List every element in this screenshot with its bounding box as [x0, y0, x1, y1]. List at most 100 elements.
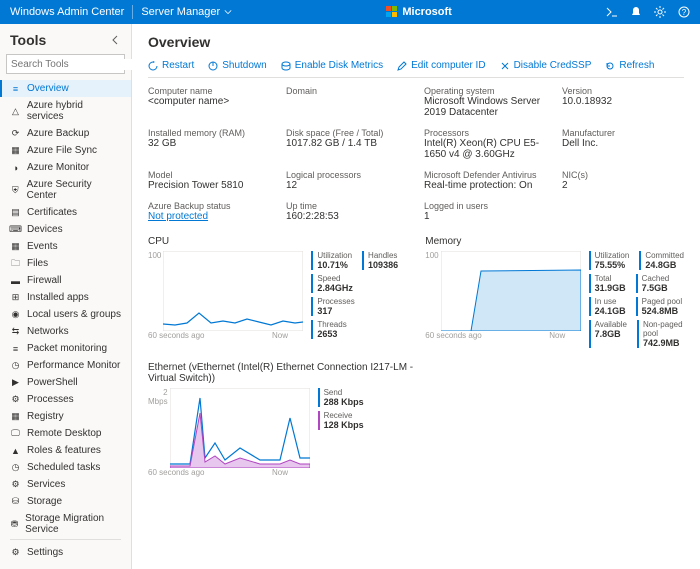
os-value: Microsoft Windows Server 2019 Datacenter [424, 96, 546, 118]
pencil-icon [397, 61, 407, 71]
tool-icon: ◑ [10, 162, 21, 173]
tool-icon: ≡ [10, 83, 21, 94]
sidebar-item-certificates[interactable]: ▤ Certificates [0, 204, 131, 221]
shutdown-button[interactable]: Shutdown [208, 60, 266, 71]
sidebar-item-scheduled-tasks[interactable]: ◷Scheduled tasks [0, 459, 131, 476]
sidebar-item-overview[interactable]: ≡Overview [0, 80, 131, 97]
sidebar-item-label: Remote Desktop [27, 428, 101, 439]
mfg-value: Dell Inc. [562, 138, 684, 149]
sidebar-item-networks[interactable]: ⇆Networks [0, 323, 131, 340]
sidebar-item-local-users-groups[interactable]: ◉Local users & groups [0, 306, 131, 323]
defender-value: Real-time protection: On [424, 180, 546, 191]
divider [132, 5, 133, 19]
users-value: 1 [424, 211, 546, 222]
sidebar-item-packet-monitoring[interactable]: ≡Packet monitoring [0, 340, 131, 357]
module-dropdown[interactable]: Server Manager [141, 6, 232, 18]
mfg-label: Manufacturer [562, 128, 684, 138]
main-content: Overview Restart Shutdown Enable Disk Me… [132, 24, 700, 569]
sidebar-item-label: Registry [27, 411, 64, 422]
nic-label: NIC(s) [562, 170, 684, 180]
tool-icon: ▲ [10, 445, 21, 456]
computer-name-value: <computer name> [148, 96, 270, 107]
sidebar-item-storage[interactable]: ⛁Storage [0, 493, 131, 510]
sidebar-item-label: Devices [27, 224, 63, 235]
disk-icon [281, 61, 291, 71]
sidebar-item-processes[interactable]: ⚙ Processes [0, 391, 131, 408]
sidebar-item-settings[interactable]: ⚙ Settings [0, 544, 131, 561]
cpu-chart: CPU 100 60 seconds agoNow Utilization10.… [148, 236, 405, 348]
tool-icon: ⛃ [10, 519, 19, 530]
sidebar-item-devices[interactable]: ⌨Devices [0, 221, 131, 238]
power-icon [208, 61, 218, 71]
x-icon [500, 61, 510, 71]
tool-icon: ▦ [10, 411, 21, 422]
sidebar-item-azure-file-sync[interactable]: ▦Azure File Sync [0, 142, 131, 159]
tool-icon: ▤ [10, 207, 21, 218]
sidebar-item-label: Storage Migration Service [25, 513, 121, 535]
edit-id-button[interactable]: Edit computer ID [397, 60, 485, 71]
help-icon[interactable]: ? [678, 6, 690, 18]
sidebar-item-firewall[interactable]: ▬Firewall [0, 272, 131, 289]
sidebar-item-label: Firewall [27, 275, 61, 286]
sidebar-item-events[interactable]: ▦ Events [0, 238, 131, 255]
sidebar-item-label: Azure File Sync [27, 145, 97, 156]
separator [10, 539, 121, 540]
app-header: Windows Admin Center Server Manager Micr… [0, 0, 700, 24]
model-label: Model [148, 170, 270, 180]
lproc-label: Logical processors [286, 170, 408, 180]
proc-value: Intel(R) Xeon(R) CPU E5-1650 v4 @ 3.60GH… [424, 138, 546, 160]
sidebar-item-label: Certificates [27, 207, 77, 218]
version-label: Version [562, 86, 684, 96]
backup-value-link[interactable]: Not protected [148, 211, 270, 222]
sidebar-item-label: Processes [27, 394, 74, 405]
app-title: Windows Admin Center [10, 6, 124, 18]
tool-icon: ▦ [10, 241, 21, 252]
sidebar-item-registry[interactable]: ▦ Registry [0, 408, 131, 425]
model-value: Precision Tower 5810 [148, 180, 270, 191]
sidebar-item-powershell[interactable]: ▶PowerShell [0, 374, 131, 391]
bell-icon[interactable] [630, 6, 642, 18]
tool-icon: ◷ [10, 360, 21, 371]
refresh-icon [605, 61, 615, 71]
sidebar-item-label: Local users & groups [27, 309, 121, 320]
cpu-chart-svg [163, 251, 303, 331]
sidebar-item-azure-security-center[interactable]: ⛨Azure Security Center [0, 176, 131, 204]
console-icon[interactable] [606, 6, 618, 18]
refresh-button[interactable]: Refresh [605, 60, 654, 71]
uptime-value: 160:2:28:53 [286, 211, 408, 222]
sidebar-item-label: Installed apps [27, 292, 89, 303]
sidebar-item-label: Azure Backup [27, 128, 89, 139]
tool-icon: ⊞ [10, 292, 21, 303]
restart-button[interactable]: Restart [148, 60, 194, 71]
disk-metrics-button[interactable]: Enable Disk Metrics [281, 60, 383, 71]
sidebar-item-azure-hybrid-services[interactable]: △Azure hybrid services [0, 97, 131, 125]
sidebar-item-performance-monitor[interactable]: ◷Performance Monitor [0, 357, 131, 374]
sidebar-item-label: Roles & features [27, 445, 101, 456]
sidebar: Tools ≡Overview△Azure hybrid services⟳Az… [0, 24, 132, 569]
users-label: Logged in users [424, 201, 546, 211]
sidebar-item-label: Packet monitoring [27, 343, 107, 354]
gear-icon[interactable] [654, 6, 666, 18]
sidebar-item-remote-desktop[interactable]: 🖵Remote Desktop [0, 425, 131, 442]
os-label: Operating system [424, 86, 546, 96]
sidebar-item-files[interactable]: 🗀Files [0, 255, 131, 272]
ethernet-chart-svg [170, 388, 310, 468]
sidebar-item-services[interactable]: ⚙Services [0, 476, 131, 493]
sidebar-item-label: Networks [27, 326, 69, 337]
sidebar-item-azure-monitor[interactable]: ◑ Azure Monitor [0, 159, 131, 176]
sidebar-item-label: Azure Monitor [27, 162, 89, 173]
tool-icon: △ [10, 106, 21, 117]
chevron-left-icon[interactable] [111, 35, 121, 45]
ram-value: 32 GB [148, 138, 270, 149]
sidebar-title: Tools [10, 32, 46, 48]
sidebar-item-label: Events [27, 241, 58, 252]
credssp-button[interactable]: Disable CredSSP [500, 60, 592, 71]
gear-icon: ⚙ [10, 547, 21, 558]
sidebar-item-azure-backup[interactable]: ⟳Azure Backup [0, 125, 131, 142]
memory-chart: Memory 100 60 seconds agoNow Utilization… [425, 236, 684, 348]
tool-icon: ⚙ [10, 394, 21, 405]
sidebar-item-storage-migration-service[interactable]: ⛃ Storage Migration Service [0, 510, 131, 535]
sidebar-item-installed-apps[interactable]: ⊞ Installed apps [0, 289, 131, 306]
search-input[interactable] [6, 54, 125, 74]
sidebar-item-roles-features[interactable]: ▲ Roles & features [0, 442, 131, 459]
